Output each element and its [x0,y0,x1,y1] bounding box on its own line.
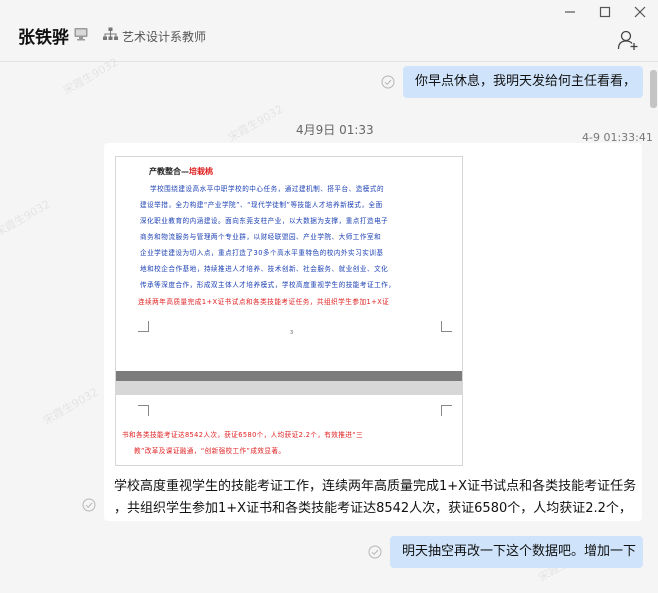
document-screenshot[interactable]: 产教整合—培栽桃 学校围绕建设高水平中职学校的中心任务，通过建机制、搭平台、造模… [115,156,463,466]
department-label: 艺术设计系教师 [122,30,207,44]
page-corner-mark [138,405,149,416]
minimize-icon[interactable] [561,3,579,21]
message-text: 明天抽空再改一下这个数据吧。增加一下 [402,544,637,559]
page-separator [116,381,462,395]
outgoing-message[interactable]: 你早点休息，我明天发给何主任看看， [403,66,643,98]
monitor-icon [74,28,88,41]
message-text: 你早点休息，我明天发给何主任看看， [415,74,637,89]
message-text: 学校高度重视学生的技能考证工作，连续两年高质量完成1+X证书试点和各类技能考证任… [114,479,637,494]
maximize-icon[interactable] [596,3,614,21]
read-status-icon [381,75,395,89]
message-text: ，共组织学生参加1+X证书和各类技能考证达8542人次，获证6580个，人均获证… [114,501,632,516]
document-heading: 产教整合—培栽桃 [149,167,213,176]
chat-header: 张铁骅 艺术设计系教师 [0,0,658,62]
document-line: 企业学徒建设为切入点，重点打造了30多个高水平重特色的校内外实习实训基 [140,249,384,257]
contact-name[interactable]: 张铁骅 [18,23,69,48]
add-user-icon[interactable] [617,29,639,51]
incoming-message[interactable]: 产教整合—培栽桃 学校围绕建设高水平中职学校的中心任务，通过建机制、搭平台、造模… [104,143,642,521]
page-corner-mark [138,321,149,332]
outgoing-message[interactable]: 明天抽空再改一下这个数据吧。增加一下 [390,536,643,568]
document-page: 产教整合—培栽桃 学校围绕建设高水平中职学校的中心任务，通过建机制、搭平台、造模… [116,157,462,371]
read-status-icon [368,545,382,559]
document-line: 深化职业教育的内涵建设。面向东莞支柱产业，以大数据为支撑，重点打造电子 [140,217,389,225]
document-line: 学校围绕建设高水平中职学校的中心任务，通过建机制、搭平台、造模式的 [150,185,385,193]
page-separator [116,371,462,381]
document-line: 教”改革及课证融通，“创新强校工作”成效显著。 [134,447,286,455]
page-corner-mark [441,405,452,416]
document-page: 书和各类技能考证达8542人次，获证6580个，人均获证2.2个，有效推进“三 … [116,395,462,465]
date-divider: 4月9日 01:33 [296,123,374,137]
org-chart-icon [103,27,118,40]
close-icon[interactable] [631,3,649,21]
page-number: 3 [290,330,294,336]
document-line: 传承等深度合作，形成双主体人才培养模式，学校高度重视学生的技能考证工作， [140,281,396,289]
document-line: 书和各类技能考证达8542人次，获证6580个，人均获证2.2个，有效推进“三 [122,431,364,439]
page-corner-mark [441,321,452,332]
scrollbar-thumb[interactable] [650,70,657,108]
document-line: 商务和物流服务与管理两个专业群，以财经联盟园、产业学院、大师工作室和 [140,233,382,241]
document-line: 连续两年高质量完成1+X证书试点和各类技能考证任务，共组织学生参加1+X证 [138,298,390,306]
read-status-icon [82,498,96,512]
document-line: 地和校企合作基地，持续推进人才培养、技术创新、社会服务、就业创业、文化 [140,265,389,273]
document-line: 建设举措，全力构建“产业学院”、“现代学徒制”等技能人才培养新模式，全面 [140,201,383,209]
